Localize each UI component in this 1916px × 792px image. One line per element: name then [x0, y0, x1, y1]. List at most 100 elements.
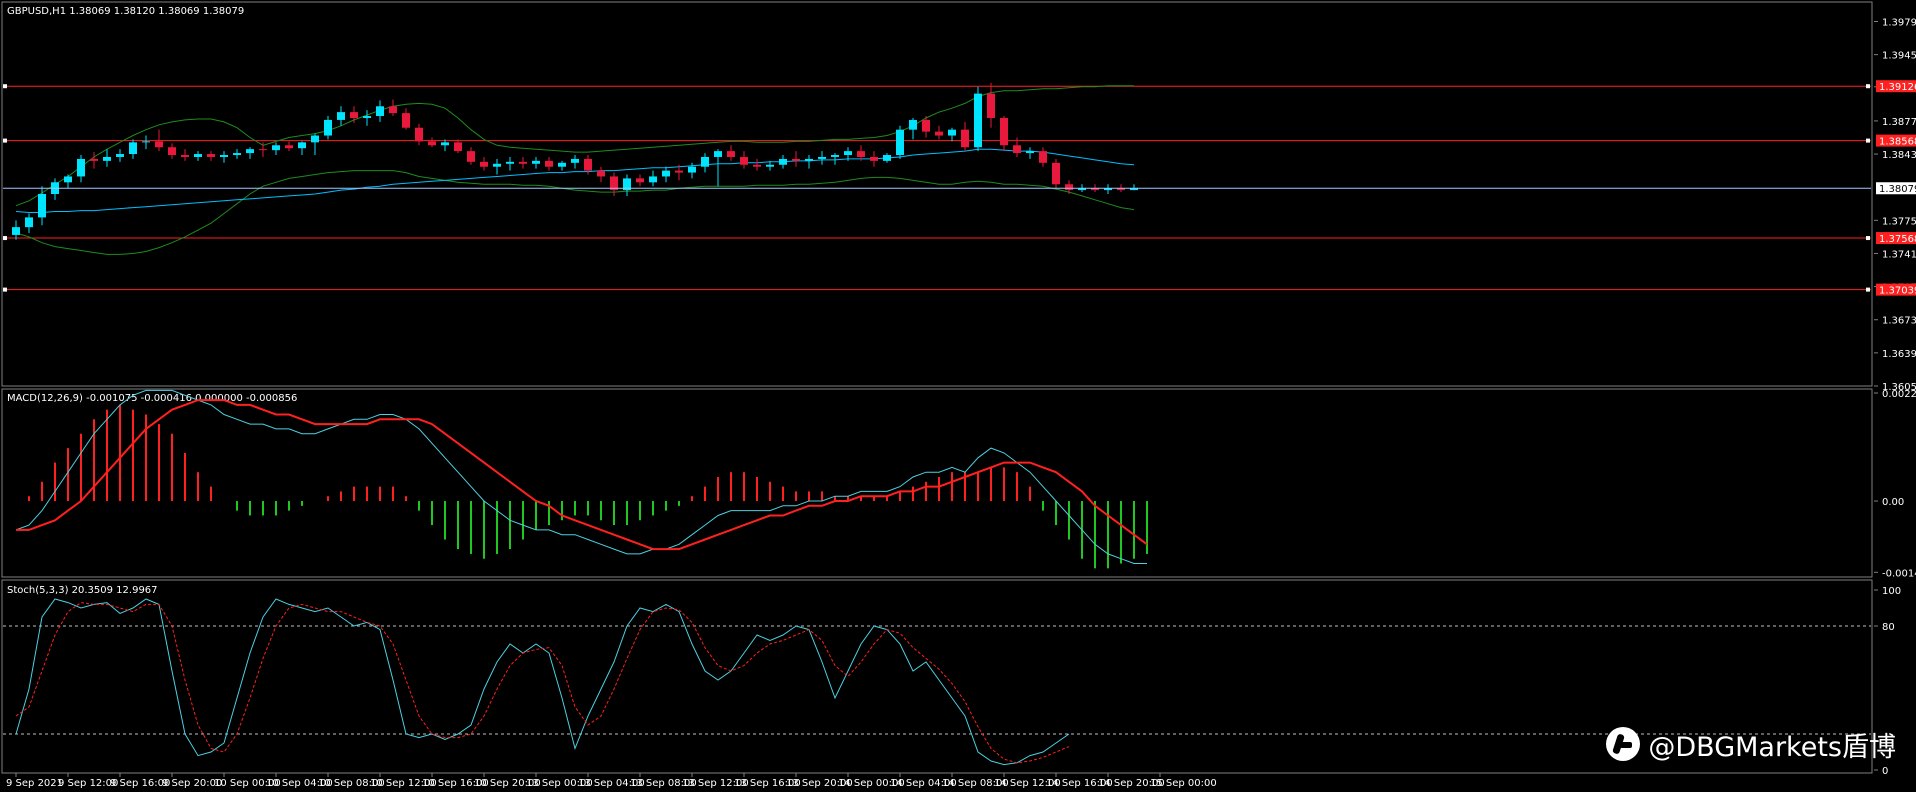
candle-body [194, 154, 202, 157]
price-tick-label: 1.39450 [1882, 51, 1916, 62]
level-price-label: 1.38568 [1879, 137, 1916, 148]
candle-body [558, 162, 566, 167]
candle-body [363, 116, 371, 118]
macd-tick-label: 0.00 [1882, 497, 1904, 508]
candle-body [922, 119, 930, 132]
level-handle-left [3, 84, 7, 89]
price-tick-label: 1.37750 [1882, 216, 1916, 227]
level-handle-right [1866, 236, 1870, 241]
candle-body [935, 131, 943, 136]
candle-body [311, 135, 319, 143]
candle-body [12, 227, 20, 235]
candle-body [727, 151, 735, 157]
candle-body [649, 176, 657, 183]
candle-body [428, 141, 436, 146]
candle-body [25, 217, 33, 228]
level-price-label: 1.39126 [1879, 82, 1916, 93]
time-tick-label: 9 Sep 2021 [6, 778, 63, 789]
candle-body [818, 156, 826, 159]
candle-body [1065, 184, 1073, 191]
price-tick-label: 1.36390 [1882, 349, 1916, 360]
watermark: @DBGMarkets盾博 [1606, 724, 1896, 764]
candle-body [259, 149, 267, 151]
macd-y-axis: 0.002247 0.00 -0.001482 [1874, 389, 1916, 579]
candle-body [974, 93, 982, 148]
candle-body [844, 151, 852, 156]
price-panel-frame [1, 1, 1873, 387]
level-handle-right [1866, 84, 1870, 89]
trading-chart[interactable]: GBPUSD,H1 1.38069 1.38120 1.38069 1.3807… [0, 0, 1916, 792]
price-panel[interactable]: GBPUSD,H1 1.38069 1.38120 1.38069 1.3807… [1, 1, 1916, 393]
level-handle-left [3, 287, 7, 292]
candle-body [909, 119, 917, 130]
candle-body [77, 158, 85, 177]
candle-body [571, 158, 579, 163]
price-tick-label: 1.38430 [1882, 150, 1916, 161]
candle-body [545, 160, 553, 167]
candle-body [38, 194, 46, 218]
candle-body [298, 142, 306, 149]
dbg-logo-icon [1606, 727, 1641, 761]
candle-body [1013, 145, 1021, 154]
candle-body [376, 106, 384, 117]
level-handle-right [1866, 138, 1870, 143]
level-handle-left [3, 138, 7, 143]
candle-body [584, 158, 592, 171]
macd-panel[interactable]: MACD(12,26,9) -0.001075 -0.000416 0.0000… [1, 388, 1916, 579]
candle-body [779, 158, 787, 165]
candle-body [701, 156, 709, 167]
candle-body [831, 155, 839, 157]
price-tick-label: 1.36730 [1882, 316, 1916, 327]
candle-body [246, 149, 254, 154]
candle-body [714, 151, 722, 157]
time-x-axis: 9 Sep 20219 Sep 12:009 Sep 16:009 Sep 20… [6, 773, 1217, 789]
candle-body [766, 164, 774, 167]
candle-body [155, 141, 163, 148]
candle-body [896, 129, 904, 156]
candle-body [883, 155, 891, 161]
price-chart-title: GBPUSD,H1 1.38069 1.38120 1.38069 1.3807… [7, 6, 244, 17]
candle-body [597, 170, 605, 177]
candle-body [792, 158, 800, 161]
stoch-tick-label: 100 [1882, 586, 1901, 597]
price-y-axis: 1.397901.394501.391201.387701.384301.377… [1874, 17, 1916, 393]
candle-body [662, 170, 670, 177]
candle-body [233, 153, 241, 156]
candle-body [129, 142, 137, 155]
stoch-title: Stoch(5,3,3) 20.3509 12.9967 [7, 585, 158, 596]
stoch-tick-label: 0 [1882, 766, 1888, 777]
candle-body [103, 156, 111, 161]
candle-body [207, 154, 215, 157]
candle-body [480, 161, 488, 167]
candle-body [272, 145, 280, 151]
candle-body [337, 112, 345, 120]
candle-body [415, 127, 423, 142]
candle-body [948, 129, 956, 136]
current-price-label: 1.38079 [1879, 184, 1916, 195]
candle-body [324, 119, 332, 136]
candle-body [116, 154, 124, 157]
candle-body [454, 142, 462, 152]
candle-body [675, 170, 683, 173]
level-handle-right [1866, 287, 1870, 292]
candle-body [740, 156, 748, 165]
macd-title: MACD(12,26,9) -0.001075 -0.000416 0.0000… [7, 393, 297, 404]
level-price-label: 1.37039 [1879, 286, 1916, 297]
macd-tick-label: 0.002247 [1882, 389, 1916, 400]
candle-body [493, 163, 501, 167]
candle-body [441, 142, 449, 146]
level-handle-left [3, 236, 7, 241]
price-tick-label: 1.38770 [1882, 117, 1916, 128]
time-tick-label: 15 Sep 00:00 [1150, 778, 1217, 789]
candle-body [870, 156, 878, 161]
price-tick-label: 1.37410 [1882, 249, 1916, 260]
candle-body [1000, 117, 1008, 146]
candle-body [805, 158, 813, 161]
candle-body [532, 160, 540, 164]
candle-body [285, 145, 293, 149]
macd-tick-label: -0.001482 [1882, 568, 1916, 579]
candle-body [168, 147, 176, 156]
candle-body [467, 151, 475, 162]
watermark-text: @DBGMarkets盾博 [1648, 731, 1896, 763]
candle-body [181, 155, 189, 157]
